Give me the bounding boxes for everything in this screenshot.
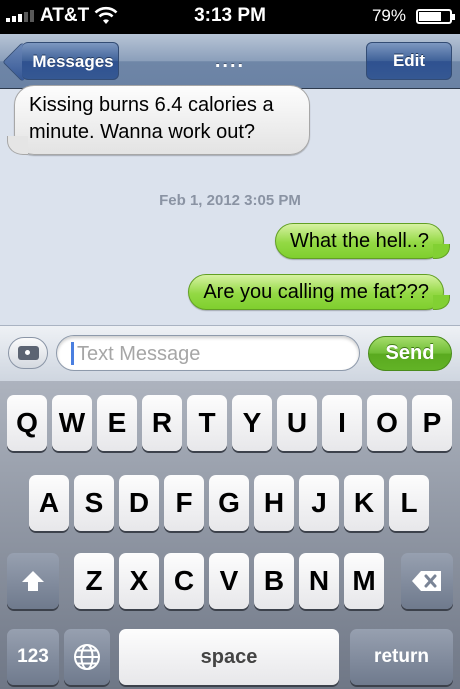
message-composer: Send bbox=[0, 325, 460, 382]
text-cursor bbox=[71, 342, 74, 365]
key-h[interactable]: H bbox=[254, 475, 294, 531]
backspace-icon bbox=[412, 571, 441, 591]
key-r[interactable]: R bbox=[142, 395, 182, 451]
edit-button[interactable]: Edit bbox=[366, 42, 452, 80]
incoming-message[interactable]: Kissing burns 6.4 calories a minute. Wan… bbox=[7, 85, 310, 155]
key-x[interactable]: X bbox=[119, 553, 159, 609]
key-c[interactable]: C bbox=[164, 553, 204, 609]
message-thread[interactable]: Kissing burns 6.4 calories a minute. Wan… bbox=[0, 85, 460, 325]
key-m[interactable]: M bbox=[344, 553, 384, 609]
outgoing-message[interactable]: Are you calling me fat??? bbox=[188, 274, 450, 310]
key-n[interactable]: N bbox=[299, 553, 339, 609]
key-q[interactable]: Q bbox=[7, 395, 47, 451]
key-u[interactable]: U bbox=[277, 395, 317, 451]
key-i[interactable]: I bbox=[322, 395, 362, 451]
outgoing-message[interactable]: What the hell..? bbox=[275, 223, 450, 259]
status-bar: AT&T 3:13 PM 79% bbox=[0, 0, 460, 34]
bubble-tail bbox=[433, 244, 450, 259]
globe-icon bbox=[74, 644, 100, 670]
navigation-bar: Messages .... Edit bbox=[0, 34, 460, 89]
key-a[interactable]: A bbox=[29, 475, 69, 531]
key-s[interactable]: S bbox=[74, 475, 114, 531]
camera-button[interactable] bbox=[8, 337, 48, 369]
shift-key[interactable] bbox=[7, 553, 59, 609]
battery-percent: 79% bbox=[371, 6, 406, 25]
message-input[interactable] bbox=[75, 339, 349, 369]
keyboard: Q W E R T Y U I O P A S D F G H J K L Z … bbox=[0, 381, 460, 689]
key-f[interactable]: F bbox=[164, 475, 204, 531]
shift-arrow-icon bbox=[22, 571, 44, 591]
key-g[interactable]: G bbox=[209, 475, 249, 531]
outgoing-message-text: Are you calling me fat??? bbox=[203, 281, 429, 303]
key-z[interactable]: Z bbox=[74, 553, 114, 609]
incoming-message-text: Kissing burns 6.4 calories a minute. Wan… bbox=[29, 94, 274, 143]
key-p[interactable]: P bbox=[412, 395, 452, 451]
key-o[interactable]: O bbox=[367, 395, 407, 451]
return-key[interactable]: return bbox=[350, 629, 453, 685]
key-k[interactable]: K bbox=[344, 475, 384, 531]
key-t[interactable]: T bbox=[187, 395, 227, 451]
key-e[interactable]: E bbox=[97, 395, 137, 451]
bubble-tail bbox=[7, 136, 28, 155]
space-key[interactable]: space bbox=[119, 629, 339, 685]
key-l[interactable]: L bbox=[389, 475, 429, 531]
key-d[interactable]: D bbox=[119, 475, 159, 531]
message-input-field[interactable] bbox=[56, 335, 360, 371]
key-w[interactable]: W bbox=[52, 395, 92, 451]
send-button[interactable]: Send bbox=[368, 336, 452, 371]
backspace-key[interactable] bbox=[401, 553, 453, 609]
numbers-key[interactable]: 123 bbox=[7, 629, 59, 685]
message-timestamp: Feb 1, 2012 3:05 PM bbox=[159, 192, 301, 209]
bubble-tail bbox=[433, 295, 450, 310]
key-v[interactable]: V bbox=[209, 553, 249, 609]
outgoing-message-text: What the hell..? bbox=[290, 230, 429, 252]
key-j[interactable]: J bbox=[299, 475, 339, 531]
key-y[interactable]: Y bbox=[232, 395, 272, 451]
key-b[interactable]: B bbox=[254, 553, 294, 609]
battery-icon bbox=[416, 9, 455, 24]
globe-key[interactable] bbox=[64, 629, 110, 685]
